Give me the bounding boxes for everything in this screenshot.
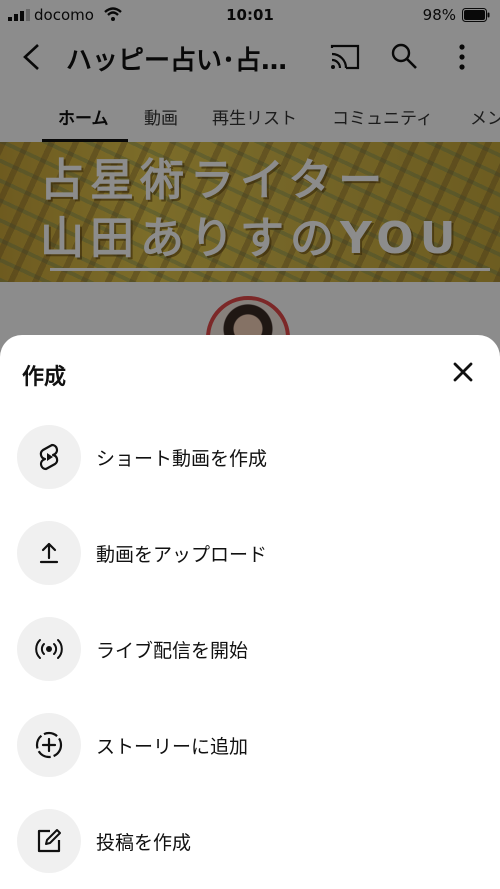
menu-icon-circle [17,617,81,681]
create-bottom-sheet: 作成 ショート動画を作成 動画をアップロード ライブ配信を開始 ストーリーに追加… [0,335,500,889]
shorts-icon [39,443,59,471]
menu-label: ライブ配信を開始 [96,640,249,662]
menu-icon-circle [17,521,81,585]
menu-item-add-story[interactable]: ストーリーに追加 [0,700,500,790]
menu-item-create-post[interactable]: 投稿を作成 [0,796,500,886]
live-icon [35,639,63,659]
menu-icon-circle [17,425,81,489]
menu-label: 投稿を作成 [96,832,192,854]
story-add-icon [35,731,63,759]
menu-label: 動画をアップロード [96,544,268,566]
close-icon[interactable] [446,355,480,389]
upload-icon [39,542,59,564]
sheet-title: 作成 [22,365,67,390]
menu-label: ショート動画を作成 [96,448,268,470]
menu-item-upload-video[interactable]: 動画をアップロード [0,508,500,598]
menu-item-go-live[interactable]: ライブ配信を開始 [0,604,500,694]
menu-label: ストーリーに追加 [96,736,249,758]
menu-icon-circle [17,809,81,873]
menu-icon-circle [17,713,81,777]
menu-item-create-short[interactable]: ショート動画を作成 [0,412,500,502]
edit-post-icon [37,829,61,853]
